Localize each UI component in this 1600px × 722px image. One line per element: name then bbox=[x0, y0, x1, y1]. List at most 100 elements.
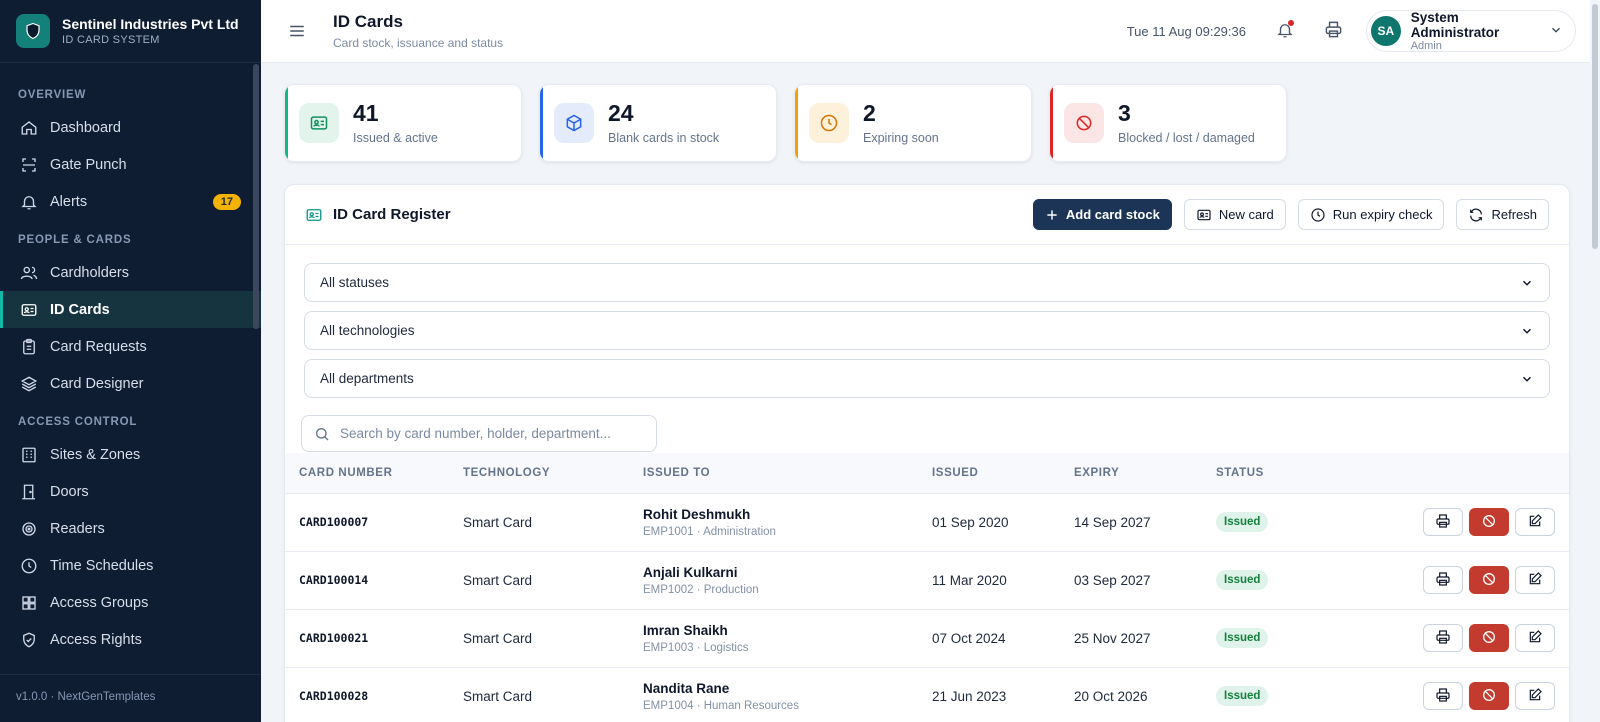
page-scrollbar[interactable] bbox=[1590, 0, 1600, 722]
issued-date: 01 Sep 2020 bbox=[918, 493, 1060, 552]
panel-title: ID Card Register bbox=[333, 206, 451, 223]
door-icon bbox=[20, 483, 38, 501]
card-number: CARD100007 bbox=[285, 493, 449, 552]
print-card-button[interactable] bbox=[1423, 682, 1463, 710]
status-badge: Issued bbox=[1216, 512, 1269, 532]
sidebar-scrollbar[interactable] bbox=[253, 64, 259, 329]
department-filter-select[interactable]: All departments bbox=[304, 359, 1550, 398]
column-header[interactable]: EXPIRY bbox=[1060, 453, 1202, 494]
id-card-register-panel: ID Card Register Add card stock New card… bbox=[284, 184, 1570, 722]
print-card-button[interactable] bbox=[1423, 508, 1463, 536]
run-expiry-check-button[interactable]: Run expiry check bbox=[1297, 199, 1445, 230]
printer-icon bbox=[1435, 629, 1451, 648]
technology: Smart Card bbox=[449, 493, 629, 552]
column-header[interactable]: ISSUED TO bbox=[629, 453, 918, 494]
reader-icon bbox=[20, 520, 38, 538]
ban-icon bbox=[1064, 103, 1104, 143]
technology: Smart Card bbox=[449, 667, 629, 722]
topbar: ID Cards Card stock, issuance and status… bbox=[261, 0, 1600, 63]
ban-icon bbox=[1481, 571, 1497, 590]
sidebar-item-access-groups[interactable]: Access Groups bbox=[0, 584, 261, 621]
block-card-button[interactable] bbox=[1469, 566, 1509, 594]
select-value: All departments bbox=[320, 371, 414, 386]
edit-card-button[interactable] bbox=[1515, 508, 1555, 536]
filters: All statuses All technologies All depart… bbox=[285, 245, 1569, 398]
clock-icon bbox=[20, 557, 38, 575]
block-card-button[interactable] bbox=[1469, 624, 1509, 652]
shield-check-icon bbox=[20, 631, 38, 649]
print-card-button[interactable] bbox=[1423, 624, 1463, 652]
stat-card-blocked: 3 Blocked / lost / damaged bbox=[1049, 84, 1287, 162]
notifications-button[interactable] bbox=[1270, 16, 1300, 46]
page-scrollbar-thumb[interactable] bbox=[1592, 4, 1598, 249]
sidebar-item-sites-zones[interactable]: Sites & Zones bbox=[0, 436, 261, 473]
ban-icon bbox=[1481, 629, 1497, 648]
sidebar-item-doors[interactable]: Doors bbox=[0, 473, 261, 510]
sidebar-item-access-rights[interactable]: Access Rights bbox=[0, 621, 261, 658]
table-row[interactable]: CARD100021 Smart Card Imran Shaikh EMP100… bbox=[285, 609, 1569, 668]
column-header[interactable]: STATUS bbox=[1202, 453, 1310, 494]
column-header[interactable]: CARD NUMBER bbox=[285, 453, 449, 494]
table-row[interactable]: CARD100014 Smart Card Anjali Kulkarni EMP… bbox=[285, 551, 1569, 610]
select-value: All technologies bbox=[320, 323, 415, 338]
status-filter-select[interactable]: All statuses bbox=[304, 263, 1550, 302]
add-card-stock-button[interactable]: Add card stock bbox=[1032, 199, 1172, 230]
sidebar-item-card-designer[interactable]: Card Designer bbox=[0, 365, 261, 402]
new-card-button[interactable]: New card bbox=[1183, 199, 1286, 230]
issued-date: 11 Mar 2020 bbox=[918, 551, 1060, 610]
page-title: ID Cards bbox=[333, 12, 403, 31]
edit-card-button[interactable] bbox=[1515, 566, 1555, 594]
column-header-actions bbox=[1309, 453, 1569, 494]
block-card-button[interactable] bbox=[1469, 682, 1509, 710]
sidebar-item-readers[interactable]: Readers bbox=[0, 510, 261, 547]
button-label: Run expiry check bbox=[1332, 207, 1433, 222]
stat-card-blank-stock: 24 Blank cards in stock bbox=[539, 84, 777, 162]
print-button[interactable] bbox=[1318, 16, 1348, 46]
chevron-down-icon bbox=[1549, 23, 1563, 40]
holder-detail: EMP1004 · Human Resources bbox=[643, 699, 799, 712]
button-label: New card bbox=[1218, 207, 1274, 222]
stats-row: 41 Issued & active 24 Blank cards in sto… bbox=[284, 84, 1287, 162]
layers-icon bbox=[20, 375, 38, 393]
table-row[interactable]: CARD100007 Smart Card Rohit Deshmukh EMP1… bbox=[285, 493, 1569, 552]
chevron-down-icon bbox=[1520, 324, 1534, 338]
stat-label: Expiring soon bbox=[863, 130, 939, 145]
edit-icon bbox=[1527, 513, 1543, 532]
user-menu[interactable]: SA System Administrator Admin bbox=[1366, 10, 1576, 52]
issued-date: 21 Jun 2023 bbox=[918, 667, 1060, 722]
sidebar-item-cardholders[interactable]: Cardholders bbox=[0, 254, 261, 291]
search-input[interactable] bbox=[340, 426, 640, 441]
print-card-button[interactable] bbox=[1423, 566, 1463, 594]
block-card-button[interactable] bbox=[1469, 508, 1509, 536]
column-header[interactable]: ISSUED bbox=[918, 453, 1060, 494]
issued-date: 07 Oct 2024 bbox=[918, 609, 1060, 668]
id-card-table: CARD NUMBER TECHNOLOGY ISSUED TO ISSUED … bbox=[285, 453, 1569, 722]
sidebar-item-dashboard[interactable]: Dashboard bbox=[0, 109, 261, 146]
sidebar-footer: v1.0.0 · NextGenTemplates bbox=[0, 674, 261, 722]
avatar: SA bbox=[1371, 16, 1401, 46]
column-header[interactable]: TECHNOLOGY bbox=[449, 453, 629, 494]
printer-icon bbox=[1435, 687, 1451, 706]
sidebar-item-time-schedules[interactable]: Time Schedules bbox=[0, 547, 261, 584]
refresh-button[interactable]: Refresh bbox=[1456, 199, 1549, 230]
chevron-down-icon bbox=[1520, 372, 1534, 386]
home-icon bbox=[20, 119, 38, 137]
edit-card-button[interactable] bbox=[1515, 624, 1555, 652]
hamburger-menu-icon[interactable] bbox=[285, 19, 309, 43]
sidebar-item-card-requests[interactable]: Card Requests bbox=[0, 328, 261, 365]
sidebar-item-id-cards[interactable]: ID Cards bbox=[0, 291, 261, 328]
technology-filter-select[interactable]: All technologies bbox=[304, 311, 1550, 350]
expiry-date: 14 Sep 2027 bbox=[1060, 493, 1202, 552]
select-value: All statuses bbox=[320, 275, 390, 290]
sidebar-item-alerts[interactable]: Alerts 17 bbox=[0, 183, 261, 220]
scan-icon bbox=[20, 156, 38, 174]
edit-card-button[interactable] bbox=[1515, 682, 1555, 710]
section-overview: OVERVIEW bbox=[18, 89, 87, 101]
table-row[interactable]: CARD100028 Smart Card Nandita Rane EMP100… bbox=[285, 667, 1569, 722]
printer-icon bbox=[1435, 571, 1451, 590]
button-label: Add card stock bbox=[1065, 207, 1160, 222]
status-badge: Issued bbox=[1216, 686, 1269, 706]
sidebar-item-label: Readers bbox=[50, 520, 105, 537]
sidebar-item-gate-punch[interactable]: Gate Punch bbox=[0, 146, 261, 183]
sidebar-item-label: Time Schedules bbox=[50, 557, 154, 574]
